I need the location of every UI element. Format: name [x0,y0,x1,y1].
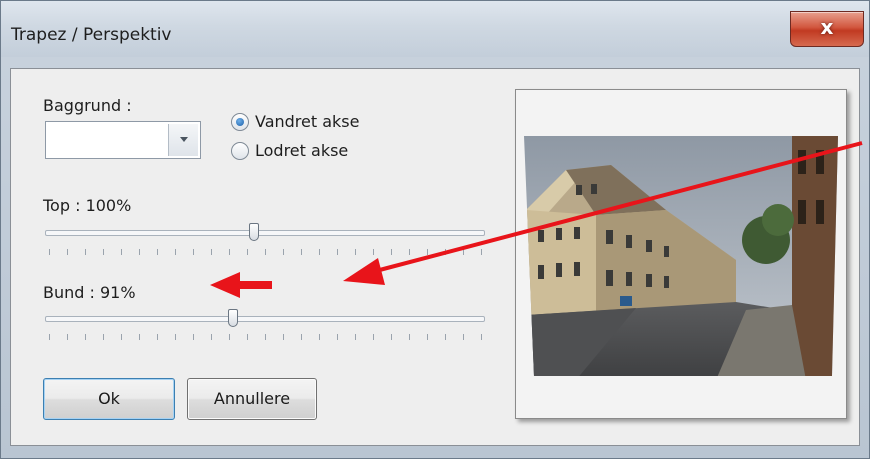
slider-tick [139,249,140,255]
title-bar[interactable]: Trapez / Perspektiv x [1,1,869,57]
slider-tick [211,334,212,340]
slider-tick [445,249,446,255]
slider-tick [103,334,104,340]
slider-tick [175,334,176,340]
slider-tick [301,249,302,255]
slider-tick [481,334,482,340]
dialog-window: Trapez / Perspektiv x Baggrund : Vandret… [0,0,870,459]
slider-tick [409,334,410,340]
slider-tick [463,249,464,255]
slider-tick [283,249,284,255]
slider-tick [139,334,140,340]
slider-tick [229,249,230,255]
slider-tick [463,334,464,340]
horizontal-axis-label[interactable]: Vandret akse [255,112,359,131]
top-slider-thumb[interactable] [249,223,259,241]
slider-tick [445,334,446,340]
vertical-axis-radio[interactable] [231,142,249,160]
slider-tick [391,249,392,255]
slider-tick [337,334,338,340]
slider-tick [49,334,50,340]
vertical-axis-label[interactable]: Lodret akse [255,141,348,160]
slider-tick [355,249,356,255]
slider-tick [319,334,320,340]
close-button[interactable]: x [790,11,864,47]
slider-tick [85,334,86,340]
background-combo-value [50,126,168,154]
window-title: Trapez / Perspektiv [11,25,172,45]
slider-tick [337,249,338,255]
slider-tick [409,249,410,255]
ok-button[interactable]: Ok [43,378,175,420]
slider-tick [211,249,212,255]
bottom-slider-label: Bund : 91% [43,283,136,302]
slider-tick [355,334,356,340]
background-combobox[interactable] [45,121,201,159]
slider-tick [373,249,374,255]
slider-tick [319,249,320,255]
background-combo-dropdown-button[interactable] [168,124,198,156]
slider-tick [247,249,248,255]
slider-tick [427,334,428,340]
slider-tick [427,249,428,255]
chevron-down-icon [180,137,188,142]
slider-tick [481,249,482,255]
background-label: Baggrund : [43,96,132,115]
slider-tick [121,334,122,340]
slider-tick [193,249,194,255]
cancel-button[interactable]: Annullere [187,378,317,420]
slider-tick [103,249,104,255]
bottom-slider-thumb[interactable] [228,309,238,327]
slider-tick [373,334,374,340]
slider-tick [283,334,284,340]
bottom-slider-track[interactable] [45,316,485,322]
slider-tick [157,334,158,340]
slider-tick [67,249,68,255]
top-slider-track[interactable] [45,230,485,236]
slider-tick [193,334,194,340]
photo-preview-image [524,136,838,376]
horizontal-axis-radio[interactable] [231,113,249,131]
slider-tick [67,334,68,340]
slider-tick [265,249,266,255]
slider-tick [175,249,176,255]
perspective-preview [515,89,847,419]
slider-tick [157,249,158,255]
slider-tick [49,249,50,255]
slider-tick [121,249,122,255]
slider-tick [391,334,392,340]
slider-tick [265,334,266,340]
top-slider-label: Top : 100% [43,196,132,215]
slider-tick [85,249,86,255]
slider-tick [301,334,302,340]
close-icon: x [820,15,834,39]
slider-tick [229,334,230,340]
slider-tick [247,334,248,340]
